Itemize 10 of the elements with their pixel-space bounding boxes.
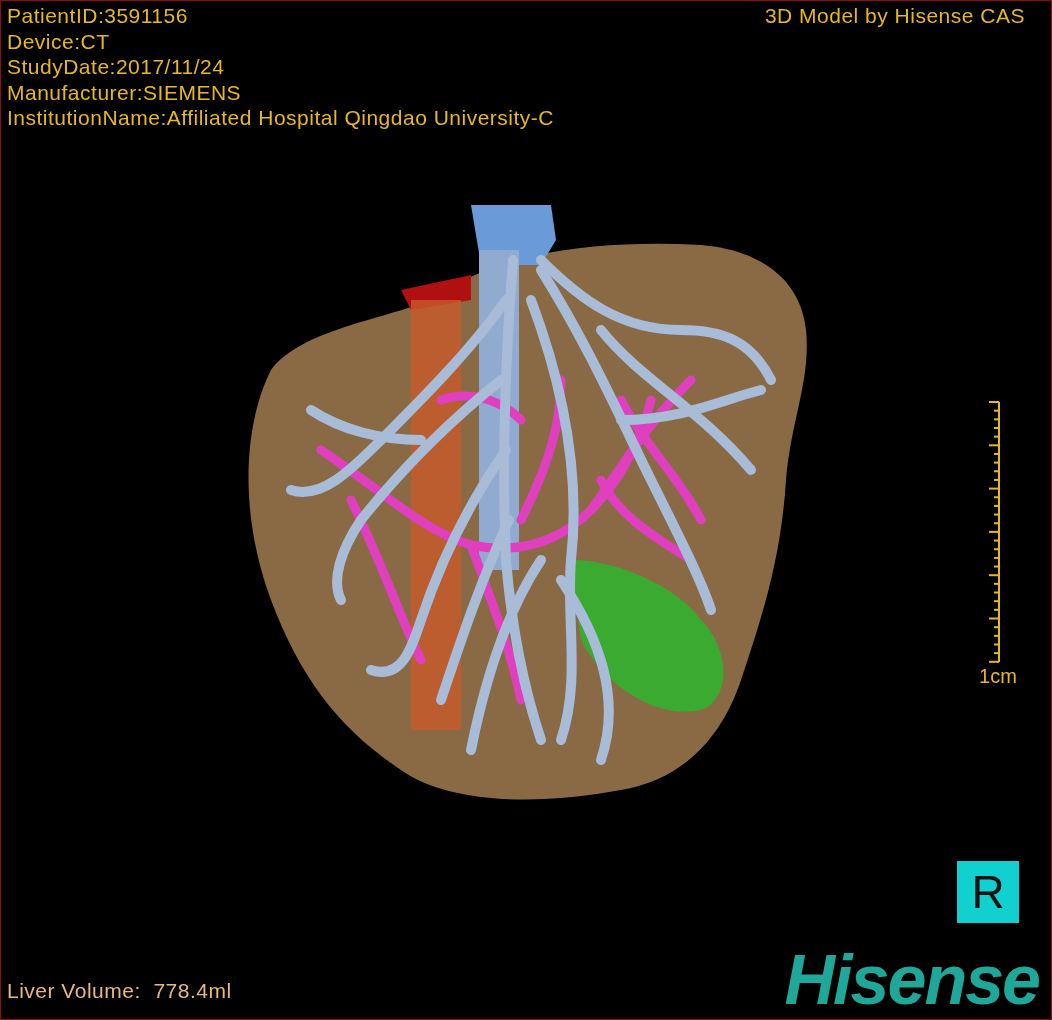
info-line: Device:CT (7, 28, 111, 54)
logo: Hisense (784, 947, 1040, 1013)
info-line: StudyDate:2017/11/24 (7, 54, 226, 80)
liver-volume-text: Liver Volume: 778.4ml (7, 979, 232, 1003)
info-line: PatientID:3591156 (7, 3, 189, 29)
info-line: InstitutionName:Affiliated Hospital Qingdao University-C (7, 105, 554, 131)
viewer-title: 3D Model by Hisense CAS (764, 3, 1025, 29)
info-line: Manufacturer:SIEMENS (7, 79, 243, 105)
orientation-marker: R (957, 861, 1019, 923)
scale-label: 1cm (979, 665, 1017, 688)
